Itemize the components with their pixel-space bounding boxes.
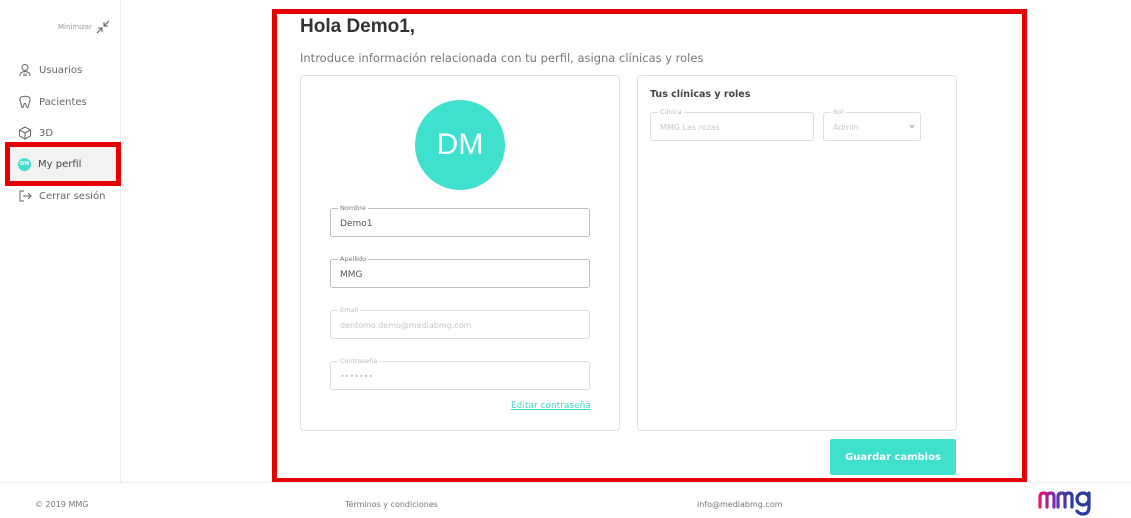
sidebar-item-label: Cerrar sesión — [39, 190, 106, 202]
clinic-field: Clínica MMG Las rozas — [650, 108, 814, 141]
footer-terms-link[interactable]: Términos y condiciones — [345, 500, 438, 509]
chevron-down-icon — [909, 125, 915, 129]
sidebar-item-usuarios[interactable]: Usuarios — [18, 63, 82, 77]
clinic-label: Clínica — [658, 108, 684, 117]
minimize-button[interactable]: Minimizar — [58, 20, 110, 34]
sidebar-item-3d[interactable]: 3D — [18, 126, 53, 140]
cube-3d-icon — [19, 126, 31, 140]
users-icon — [19, 64, 31, 77]
sidebar-item-label: 3D — [39, 127, 54, 139]
password-label: Contraseña — [338, 357, 380, 366]
sidebar-item-pacientes[interactable]: Pacientes — [18, 95, 87, 109]
page-title: Hola Demo1, — [300, 16, 416, 37]
email-field: Email dentomo.demo@mediabmg.com — [330, 306, 590, 339]
sidebar-item-label: Pacientes — [39, 96, 87, 108]
sidebar-item-cerrar-sesion[interactable]: Cerrar sesión — [18, 189, 105, 203]
email-label: Email — [338, 306, 361, 315]
nombre-field[interactable]: Nombre Demo1 — [330, 204, 590, 237]
sidebar-item-label: Usuarios — [39, 64, 83, 76]
rol-value: Admin — [833, 123, 859, 132]
rol-select: Rol Admin — [823, 108, 921, 141]
password-field: Contraseña ••••••• — [330, 357, 590, 390]
nombre-label: Nombre — [338, 204, 368, 213]
email-value: dentomo.demo@mediabmg.com — [340, 321, 472, 330]
apellido-label: Apellido — [338, 255, 369, 264]
password-value: ••••••• — [340, 372, 374, 381]
apellido-field[interactable]: Apellido MMG — [330, 255, 590, 288]
mmg-logo — [1038, 491, 1091, 516]
rol-label: Rol — [831, 108, 846, 117]
tooth-icon — [19, 95, 31, 109]
sidebar: Minimizar Usuarios Pacientes 3D DM My pe… — [0, 0, 121, 482]
nombre-value: Demo1 — [340, 219, 373, 229]
minimize-label: Minimizar — [58, 23, 92, 31]
profile-avatar: DM — [415, 100, 505, 190]
page-subtitle: Introduce información relacionada con tu… — [300, 51, 704, 65]
avatar-icon: DM — [18, 157, 31, 171]
sidebar-item-label: My perfil — [38, 158, 82, 170]
minimize-arrows-icon — [96, 20, 110, 34]
footer-divider — [0, 482, 1131, 483]
logout-icon — [19, 190, 32, 202]
edit-password-link[interactable]: Editar contraseña — [511, 401, 591, 411]
footer-email-link[interactable]: info@mediabmg.com — [697, 500, 783, 509]
save-button[interactable]: Guardar cambios — [830, 439, 956, 475]
clinics-title: Tus clínicas y roles — [650, 89, 751, 100]
clinic-value: MMG Las rozas — [660, 123, 720, 132]
footer-copyright: © 2019 MMG — [35, 500, 89, 509]
apellido-value: MMG — [340, 270, 363, 280]
sidebar-item-my-perfil[interactable]: DM My perfil — [10, 147, 120, 181]
